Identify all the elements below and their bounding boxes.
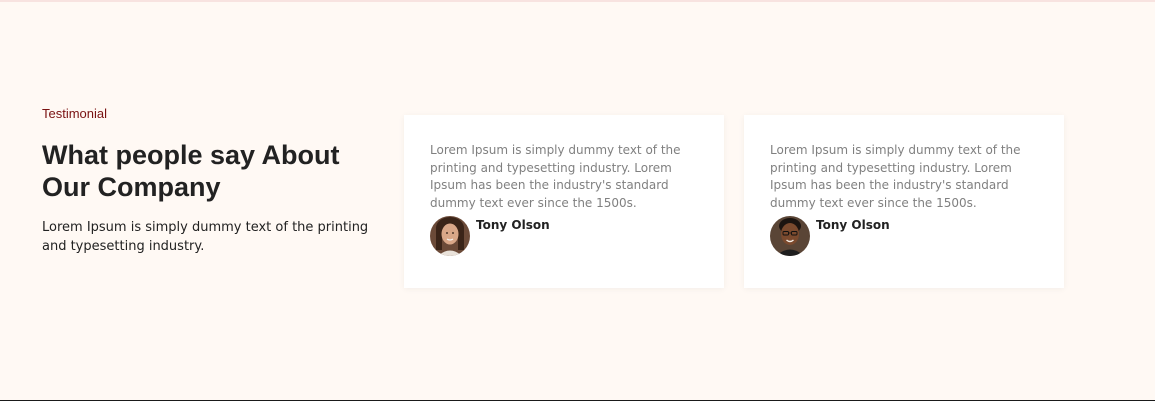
testimonial-author: Tony Olson <box>770 216 1038 256</box>
testimonial-intro: Testimonial What people say About Our Co… <box>42 106 382 256</box>
person-avatar-icon <box>430 216 470 256</box>
section-eyebrow: Testimonial <box>42 106 108 121</box>
section-intro-text: Lorem Ipsum is simply dummy text of the … <box>42 220 369 254</box>
top-divider <box>0 0 1155 2</box>
testimonial-quote: Lorem Ipsum is simply dummy text of the … <box>430 143 681 210</box>
person-avatar-icon <box>770 216 810 256</box>
section-heading: What people say About Our Company <box>42 140 340 202</box>
avatar <box>770 216 810 256</box>
testimonial-quote: Lorem Ipsum is simply dummy text of the … <box>770 143 1021 210</box>
author-name: Tony Olson <box>816 218 890 232</box>
author-name: Tony Olson <box>476 218 550 232</box>
testimonial-author: Tony Olson <box>430 216 698 256</box>
testimonial-card: Lorem Ipsum is simply dummy text of the … <box>744 115 1064 288</box>
avatar <box>430 216 470 256</box>
testimonial-card: Lorem Ipsum is simply dummy text of the … <box>404 115 724 288</box>
